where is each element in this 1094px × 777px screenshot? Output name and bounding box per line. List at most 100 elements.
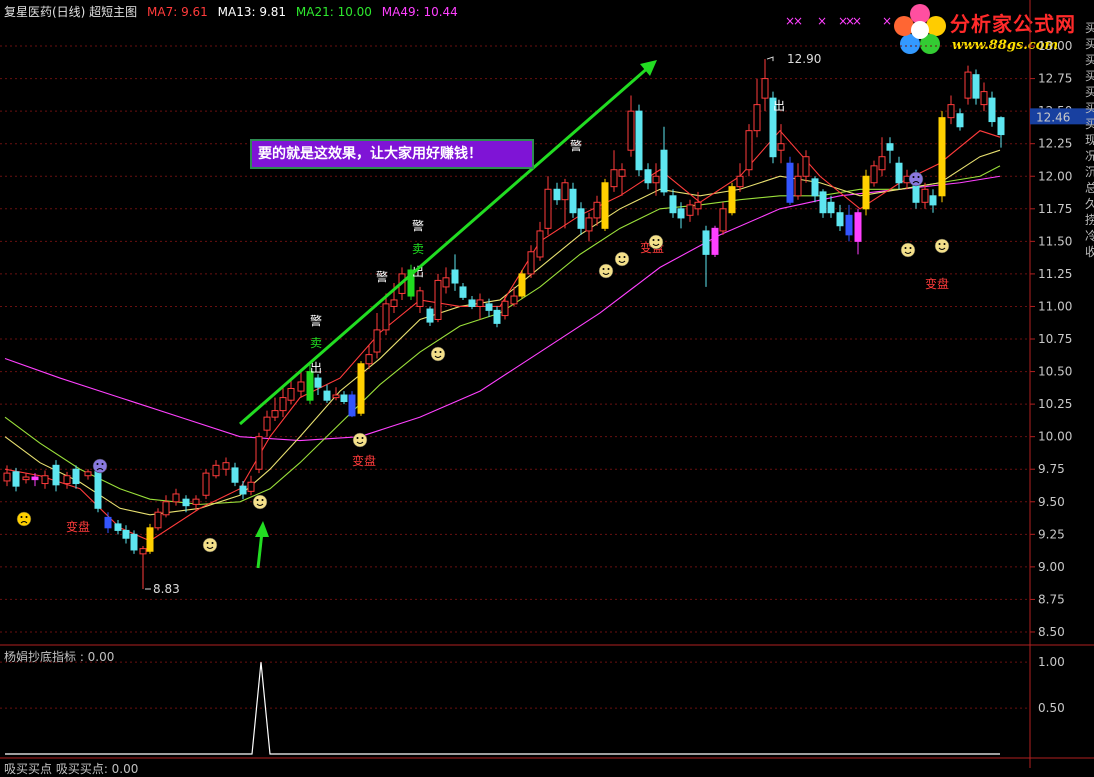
candle-body bbox=[271, 410, 279, 418]
bianpan-label: 变盘 bbox=[352, 453, 376, 468]
candle-body bbox=[878, 156, 886, 171]
candle-body bbox=[921, 188, 929, 203]
candle-body bbox=[553, 188, 561, 201]
candle-body bbox=[686, 204, 694, 216]
candle-body bbox=[536, 230, 544, 258]
smiley-icon bbox=[648, 234, 664, 250]
candle-body bbox=[938, 117, 946, 197]
candle-body bbox=[239, 485, 247, 495]
candle-body bbox=[745, 130, 753, 171]
buy-arrow-line bbox=[256, 531, 264, 569]
x-mark-icon: × bbox=[817, 14, 827, 28]
candle-body bbox=[794, 175, 802, 197]
candle-body bbox=[669, 195, 677, 214]
candle-body bbox=[476, 299, 484, 307]
right-column-char: 捞 bbox=[1085, 213, 1094, 227]
warn-label: 警 bbox=[310, 313, 322, 328]
y-tick-label: 12.25 bbox=[1038, 137, 1072, 151]
smiley-icon bbox=[430, 346, 446, 362]
candle-body bbox=[3, 472, 11, 482]
candle-body bbox=[442, 277, 450, 288]
candle-body bbox=[811, 178, 819, 197]
candle-body bbox=[635, 110, 643, 171]
high-label: 12.90 bbox=[787, 52, 821, 66]
candle-body bbox=[373, 329, 381, 353]
candle-body bbox=[263, 416, 271, 431]
indicator-tick-label: 0.50 bbox=[1038, 701, 1065, 715]
candle-body bbox=[854, 212, 862, 242]
candle-body bbox=[72, 468, 80, 485]
right-column-char: 况 bbox=[1085, 149, 1094, 163]
candle-body bbox=[827, 201, 835, 214]
smiley-icon bbox=[614, 251, 630, 267]
candle-body bbox=[297, 381, 305, 392]
candle-body bbox=[172, 493, 180, 503]
candle-body bbox=[382, 303, 390, 331]
candle-body bbox=[956, 113, 964, 128]
candle-body bbox=[895, 162, 903, 184]
price-badge-text: 12.46 bbox=[1036, 110, 1070, 124]
candle-body bbox=[323, 390, 331, 401]
y-tick-label: 9.00 bbox=[1038, 560, 1065, 574]
sad-face-icon bbox=[908, 171, 924, 187]
candle-body bbox=[314, 377, 322, 388]
y-tick-label: 10.00 bbox=[1038, 430, 1072, 444]
smiley-icon bbox=[934, 238, 950, 254]
candle-body bbox=[577, 208, 585, 229]
candle-body bbox=[802, 156, 810, 177]
candle-body bbox=[192, 498, 200, 505]
candle-body bbox=[644, 169, 652, 184]
y-tick-label: 9.25 bbox=[1038, 527, 1065, 541]
candle-body bbox=[569, 188, 577, 214]
candle-body bbox=[972, 74, 980, 99]
candle-body bbox=[527, 251, 535, 275]
candle-body bbox=[493, 309, 501, 324]
candle-body bbox=[501, 300, 509, 317]
right-column-char: 买 bbox=[1085, 69, 1094, 83]
right-column-char: 买 bbox=[1085, 21, 1094, 35]
smiley-icon bbox=[202, 537, 218, 553]
candle-body bbox=[162, 501, 170, 516]
candle-body bbox=[485, 303, 493, 311]
candle-body bbox=[719, 208, 727, 232]
y-tick-label: 9.50 bbox=[1038, 495, 1065, 509]
sad-face-icon bbox=[92, 458, 108, 474]
y-tick-label: 12.75 bbox=[1038, 72, 1072, 86]
bianpan-label: 变盘 bbox=[66, 519, 90, 534]
candle-body bbox=[12, 471, 20, 487]
buy-arrow-head-icon bbox=[255, 521, 269, 537]
indicator-tick-label: 1.00 bbox=[1038, 655, 1065, 669]
candle-body bbox=[357, 363, 365, 414]
candle-body bbox=[518, 273, 526, 297]
candle-body bbox=[845, 214, 853, 236]
candle-body bbox=[222, 462, 230, 470]
candle-body bbox=[677, 208, 685, 219]
candle-body bbox=[786, 162, 794, 203]
candle-body bbox=[139, 548, 147, 555]
candle-body bbox=[114, 523, 122, 531]
candle-body bbox=[728, 186, 736, 214]
y-tick-label: 11.50 bbox=[1038, 234, 1072, 248]
right-column-char: 现 bbox=[1085, 133, 1094, 147]
candle-body bbox=[736, 175, 744, 188]
candle-body bbox=[459, 286, 467, 298]
candle-body bbox=[426, 308, 434, 323]
candle-body bbox=[332, 394, 340, 399]
y-tick-label: 10.50 bbox=[1038, 365, 1072, 379]
smiley-icon bbox=[352, 432, 368, 448]
candle-body bbox=[63, 475, 71, 485]
candle-body bbox=[753, 104, 761, 132]
y-tick-label: 11.75 bbox=[1038, 202, 1072, 216]
candle-body bbox=[870, 165, 878, 184]
candle-body bbox=[340, 394, 348, 403]
candle-body bbox=[997, 117, 1005, 136]
candle-body bbox=[104, 516, 112, 529]
candle-body bbox=[22, 476, 30, 481]
candle-body bbox=[610, 169, 618, 188]
candle-body bbox=[561, 182, 569, 201]
candle-body bbox=[711, 227, 719, 255]
y-tick-label: 13.00 bbox=[1038, 39, 1072, 53]
y-tick-label: 12.00 bbox=[1038, 169, 1072, 183]
warn-label: 警 bbox=[570, 138, 582, 153]
right-column-text: 买买买买买买买现况沉总久捞冷收 bbox=[1085, 20, 1094, 260]
